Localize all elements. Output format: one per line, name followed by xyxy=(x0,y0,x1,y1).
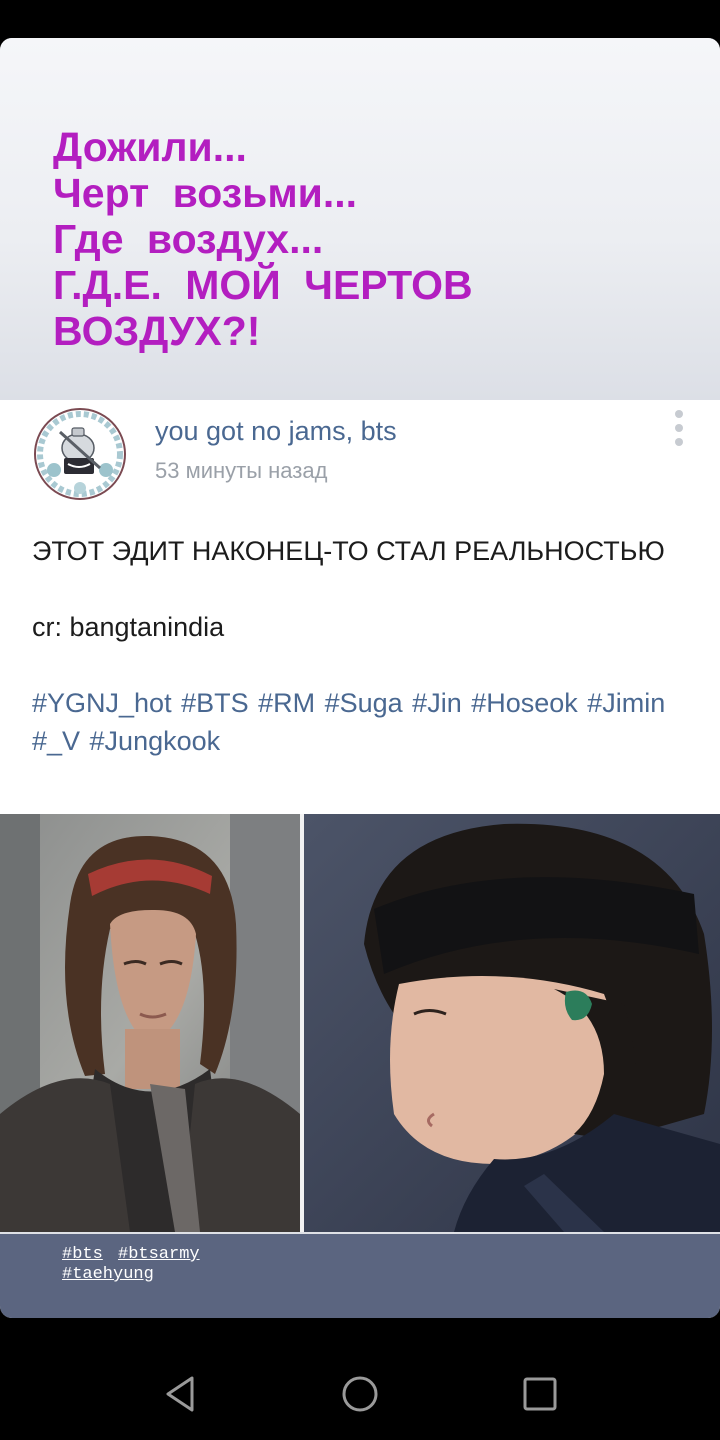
post-author[interactable]: you got no jams, bts xyxy=(155,416,397,447)
post-hashtags[interactable]: #YGNJ_hot #BTS #RM #Suga #Jin #Hoseok #J… xyxy=(32,684,692,760)
story-caption-area: Дожили... Черт возьми... Где воздух... Г… xyxy=(0,38,720,400)
post-body: ЭТОТ ЭДИТ НАКОНЕЦ-ТО СТАЛ РЕАЛЬНОСТЬЮ cr… xyxy=(32,532,692,760)
system-navigation-bar xyxy=(0,1340,720,1440)
home-circle-icon[interactable] xyxy=(340,1374,380,1414)
story-card[interactable]: Дожили... Черт возьми... Где воздух... Г… xyxy=(0,38,720,1318)
post-credit: cr: bangtanindia xyxy=(32,612,225,642)
caption-line-5: ВОЗДУХ?! xyxy=(53,308,261,354)
caption-line-3: Где воздух... xyxy=(53,216,324,262)
post-timestamp: 53 минуты назад xyxy=(155,458,328,483)
dot xyxy=(675,438,683,446)
phone-screen: Дожили... Черт возьми... Где воздух... Г… xyxy=(0,0,720,1440)
dot xyxy=(675,410,683,418)
caption-line-1: Дожили... xyxy=(53,124,247,170)
story-caption: Дожили... Черт возьми... Где воздух... Г… xyxy=(53,124,473,354)
caption-line-4: Г.Д.Е. МОЙ ЧЕРТОВ xyxy=(53,262,473,308)
photo-right[interactable] xyxy=(304,814,720,1232)
caption-line-2: Черт возьми... xyxy=(53,170,358,216)
recents-square-icon[interactable] xyxy=(520,1374,560,1414)
post-headline: ЭТОТ ЭДИТ НАКОНЕЦ-ТО СТАЛ РЕАЛЬНОСТЬЮ xyxy=(32,536,665,566)
back-triangle-icon[interactable] xyxy=(160,1374,200,1414)
story-tag-btsarmy[interactable]: #btsarmy xyxy=(118,1245,200,1264)
photo-left[interactable] xyxy=(0,814,300,1232)
vertical-dots-icon[interactable] xyxy=(666,410,692,450)
story-tag-taehyung[interactable]: #taehyung xyxy=(62,1265,154,1284)
story-hashtag-strip: #bts #btsarmy #taehyung xyxy=(0,1234,720,1318)
community-avatar[interactable] xyxy=(34,408,126,500)
story-tag-bts[interactable]: #bts xyxy=(62,1245,103,1264)
dot xyxy=(675,424,683,432)
embedded-post: you got no jams, bts 53 минуты назад ЭТО… xyxy=(0,400,720,814)
